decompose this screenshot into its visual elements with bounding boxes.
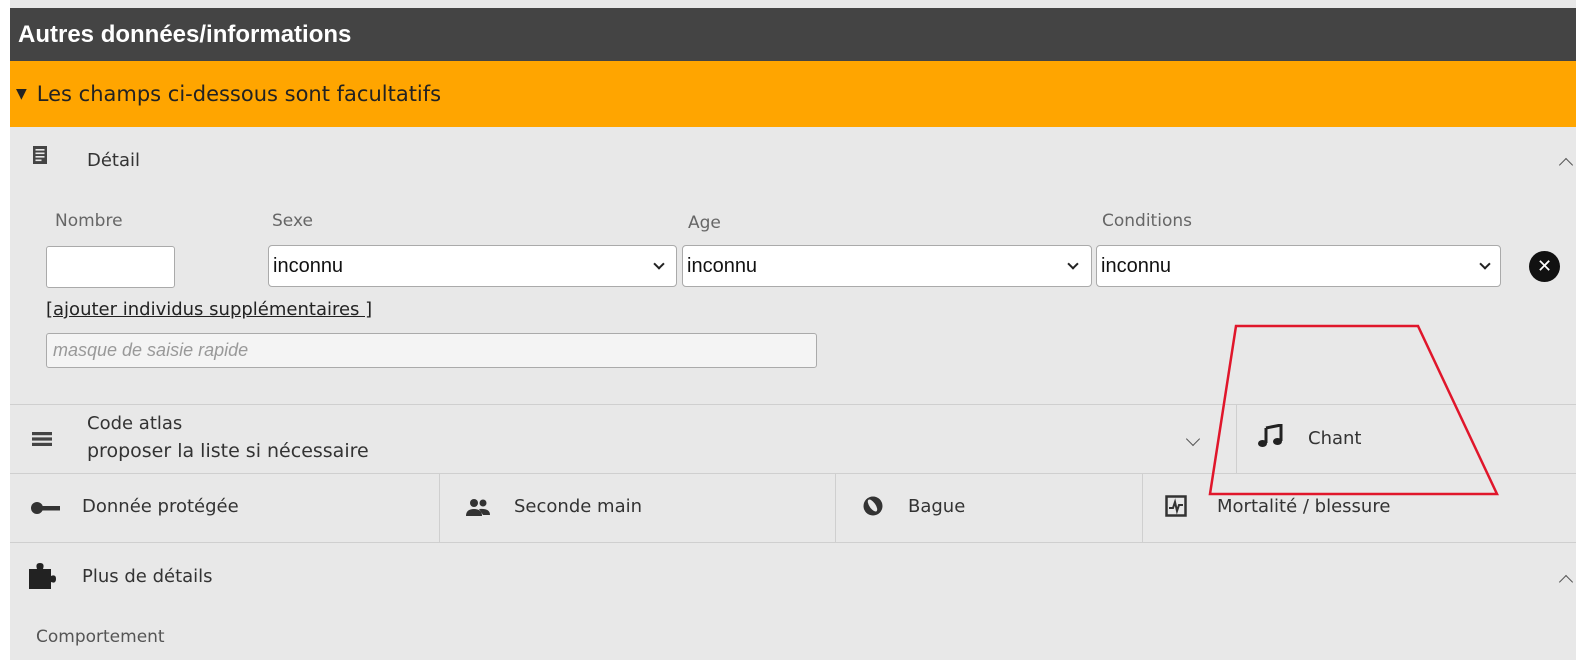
users-icon	[466, 499, 490, 516]
caret-down-icon: ▼	[16, 86, 27, 102]
detail-title: Détail	[87, 150, 141, 171]
ring-icon	[863, 496, 883, 516]
puzzle-icon	[29, 563, 56, 589]
age-label: Age	[688, 213, 721, 233]
collapse-more-details-icon[interactable]	[1558, 574, 1574, 590]
section-header: Autres données/informations	[10, 8, 1576, 61]
optional-fields-toggle[interactable]: ▼ Les champs ci-dessous sont facultatifs	[10, 61, 1576, 127]
nombre-label: Nombre	[55, 211, 123, 231]
second-hand-option[interactable]: Seconde main	[514, 496, 642, 517]
more-details-title: Plus de détails	[82, 566, 213, 587]
mortality-injury-option[interactable]: Mortalité / blessure	[1217, 496, 1390, 517]
sexe-select[interactable]: inconnu	[268, 245, 677, 287]
key-icon	[31, 502, 60, 514]
divider	[835, 474, 836, 542]
quick-entry-input[interactable]	[46, 333, 817, 368]
divider	[10, 404, 1576, 405]
document-icon	[33, 146, 47, 164]
collapse-detail-icon[interactable]	[1558, 157, 1574, 173]
protected-data-option[interactable]: Donnée protégée	[82, 496, 239, 517]
remove-row-button[interactable]: ✕	[1529, 251, 1560, 282]
age-select[interactable]: inconnu	[682, 245, 1092, 287]
divider	[10, 542, 1576, 543]
code-atlas-subtitle: proposer la liste si nécessaire	[87, 440, 369, 462]
nombre-input[interactable]	[46, 246, 175, 288]
optional-fields-label: Les champs ci-dessous sont facultatifs	[36, 82, 442, 106]
conditions-select[interactable]: inconnu	[1096, 245, 1501, 287]
conditions-label: Conditions	[1102, 211, 1192, 231]
divider	[439, 474, 440, 542]
music-note-icon	[1258, 424, 1283, 447]
pulse-icon	[1165, 495, 1187, 517]
divider	[1142, 474, 1143, 542]
divider	[10, 473, 1576, 474]
form-panel: Autres données/informations ▼ Les champs …	[10, 0, 1576, 660]
ring-option[interactable]: Bague	[908, 496, 965, 517]
divider	[1236, 405, 1237, 473]
add-individuals-link[interactable]: [ajouter individus supplémentaires ]	[46, 299, 372, 320]
chant-option[interactable]: Chant	[1308, 428, 1361, 449]
section-title: Autres données/informations	[18, 21, 352, 48]
list-icon	[32, 432, 52, 446]
behavior-label: Comportement	[36, 627, 165, 647]
sexe-label: Sexe	[272, 211, 313, 231]
code-atlas-title: Code atlas	[87, 413, 183, 434]
code-atlas-chevron-down-icon[interactable]	[1185, 431, 1201, 447]
